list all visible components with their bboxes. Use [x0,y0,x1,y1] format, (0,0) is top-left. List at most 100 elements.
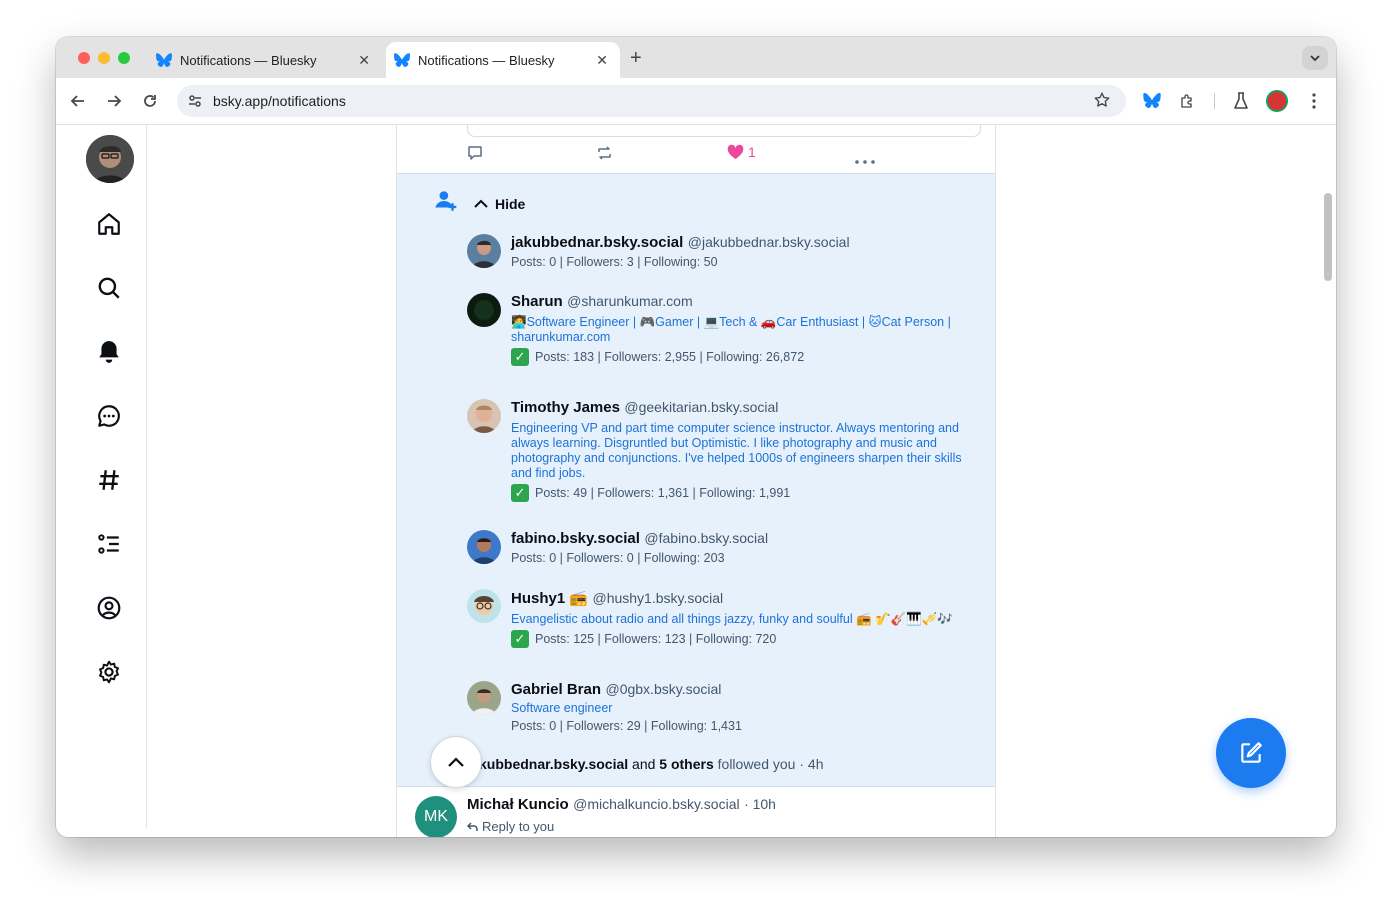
user-display-name[interactable]: Michał Kuncio [467,796,569,813]
reply-time: · 10h [744,796,776,812]
tab-search-button[interactable] [1302,46,1328,70]
bookmark-star-icon[interactable] [1093,91,1111,114]
tab-2[interactable]: Notifications — Bluesky ✕ [386,42,620,78]
more-options-button[interactable] [855,151,875,169]
user-display-name[interactable]: fabino.bsky.social [511,530,640,547]
list-icon [98,534,119,554]
arrow-right-icon [108,95,122,107]
user-avatar[interactable] [467,681,501,715]
user-info: Hushy1 📻 @hushy1.bsky.social Evangelisti… [511,589,977,648]
compose-button[interactable] [1216,718,1286,788]
butterfly-icon [156,52,172,68]
nav-settings[interactable] [92,655,126,689]
new-tab-button[interactable]: + [630,47,642,70]
user-stats: Posts: 0 | Followers: 3 | Following: 50 [511,255,977,269]
user-stats-text: Posts: 0 | Followers: 3 | Following: 50 [511,255,718,269]
reply-notification[interactable]: MK Michał Kuncio @michalkuncio.bsky.soci… [397,786,995,837]
page-scrollbar[interactable] [1324,193,1332,281]
back-button[interactable] [67,90,89,112]
user-display-name[interactable]: Hushy1 📻 [511,590,588,607]
user-handle: @sharunkumar.com [567,293,693,309]
nav-profile[interactable] [92,591,126,625]
user-stats-text: Posts: 0 | Followers: 29 | Following: 1,… [511,719,742,733]
user-stats-text: Posts: 125 | Followers: 123 | Following:… [535,632,777,646]
left-nav [56,125,147,829]
user-display-name[interactable]: Timothy James [511,399,620,416]
user-avatar[interactable] [467,589,501,623]
reply-button[interactable] [467,145,483,166]
reload-button[interactable] [139,90,161,112]
nav-chat[interactable] [92,399,126,433]
close-tab-icon[interactable]: ✕ [358,52,370,69]
arrow-left-icon [70,95,84,107]
user-handle: @geekitarian.bsky.social [624,399,779,415]
browser-menu-button[interactable] [1303,90,1325,112]
ellipsis-icon [855,160,875,164]
butterfly-icon [394,52,410,68]
user-display-name[interactable]: Gabriel Bran [511,681,601,698]
user-info: Timothy James @geekitarian.bsky.social E… [511,399,977,502]
close-tab-icon[interactable]: ✕ [596,52,608,69]
scroll-to-top-button[interactable] [430,736,482,788]
like-count: 1 [748,144,756,160]
profile-button[interactable] [1266,90,1288,112]
verified-check-icon: ✓ [511,484,529,502]
hide-toggle[interactable]: Hide [473,196,525,212]
extensions-button[interactable] [1177,90,1199,112]
user-stats-text: Posts: 49 | Followers: 1,361 | Following… [535,486,791,500]
user-avatar[interactable] [467,293,501,327]
user-avatar[interactable] [467,234,501,268]
page-content: 1 Hide jakubbednar.bsky.social @jakubbed… [56,125,1336,837]
close-window-button[interactable] [78,52,90,64]
quoted-post-card[interactable] [467,125,981,137]
my-avatar[interactable] [86,135,134,183]
labs-button[interactable] [1230,90,1252,112]
person-add-icon [433,188,459,219]
user-avatar[interactable]: MK [415,796,457,837]
zoom-window-button[interactable] [118,52,130,64]
like-button[interactable]: 1 [727,144,756,160]
user-avatar[interactable] [467,399,501,433]
user-handle: @fabino.bsky.social [644,530,769,546]
summary-name[interactable]: kubbednar.bsky.social [479,756,628,772]
nav-lists[interactable] [92,527,126,561]
avatar-initials: MK [424,808,448,825]
user-avatar[interactable] [467,530,501,564]
browser-toolbar: bsky.app/notifications [56,78,1336,125]
reload-icon [144,95,156,107]
reply-label: Reply to you [482,819,555,834]
verified-check-icon: ✓ [511,348,529,366]
kebab-menu-icon [1312,93,1316,109]
address-bar[interactable]: bsky.app/notifications [177,85,1126,117]
reply-indicator: Reply to you [467,819,554,834]
nav-search[interactable] [92,271,126,305]
bluesky-extension-button[interactable] [1141,90,1163,112]
user-stats: Posts: 0 | Followers: 29 | Following: 1,… [511,719,977,733]
search-icon [98,277,120,299]
nav-notifications[interactable] [92,335,126,369]
chevron-up-icon [474,199,488,208]
user-bio: Engineering VP and part time computer sc… [511,421,962,480]
home-icon [98,213,120,235]
reply-arrow-icon [467,821,478,831]
forward-button[interactable] [103,90,125,112]
nav-home[interactable] [92,207,126,241]
tab-1[interactable]: Notifications — Bluesky ✕ [148,42,382,78]
comment-icon [468,146,482,160]
summary-rest: followed you · 4h [717,756,824,772]
user-bio: Evangelistic about radio and all things … [511,612,953,626]
summary-and: and [632,756,656,772]
puzzle-icon [1181,94,1192,108]
chevron-down-icon [1310,55,1320,62]
user-display-name[interactable]: jakubbednar.bsky.social [511,234,683,251]
butterfly-icon [1143,93,1161,109]
minimize-window-button[interactable] [98,52,110,64]
site-settings-icon[interactable] [187,93,203,114]
user-display-name[interactable]: Sharun [511,293,563,310]
follow-notification-group[interactable]: Hide jakubbednar.bsky.social @jakubbedna… [397,173,995,787]
repost-button[interactable] [596,145,613,166]
nav-feeds[interactable] [92,463,126,497]
gear-icon [99,660,119,684]
tab-title: Notifications — Bluesky [180,52,317,68]
summary-others[interactable]: 5 others [659,756,713,772]
